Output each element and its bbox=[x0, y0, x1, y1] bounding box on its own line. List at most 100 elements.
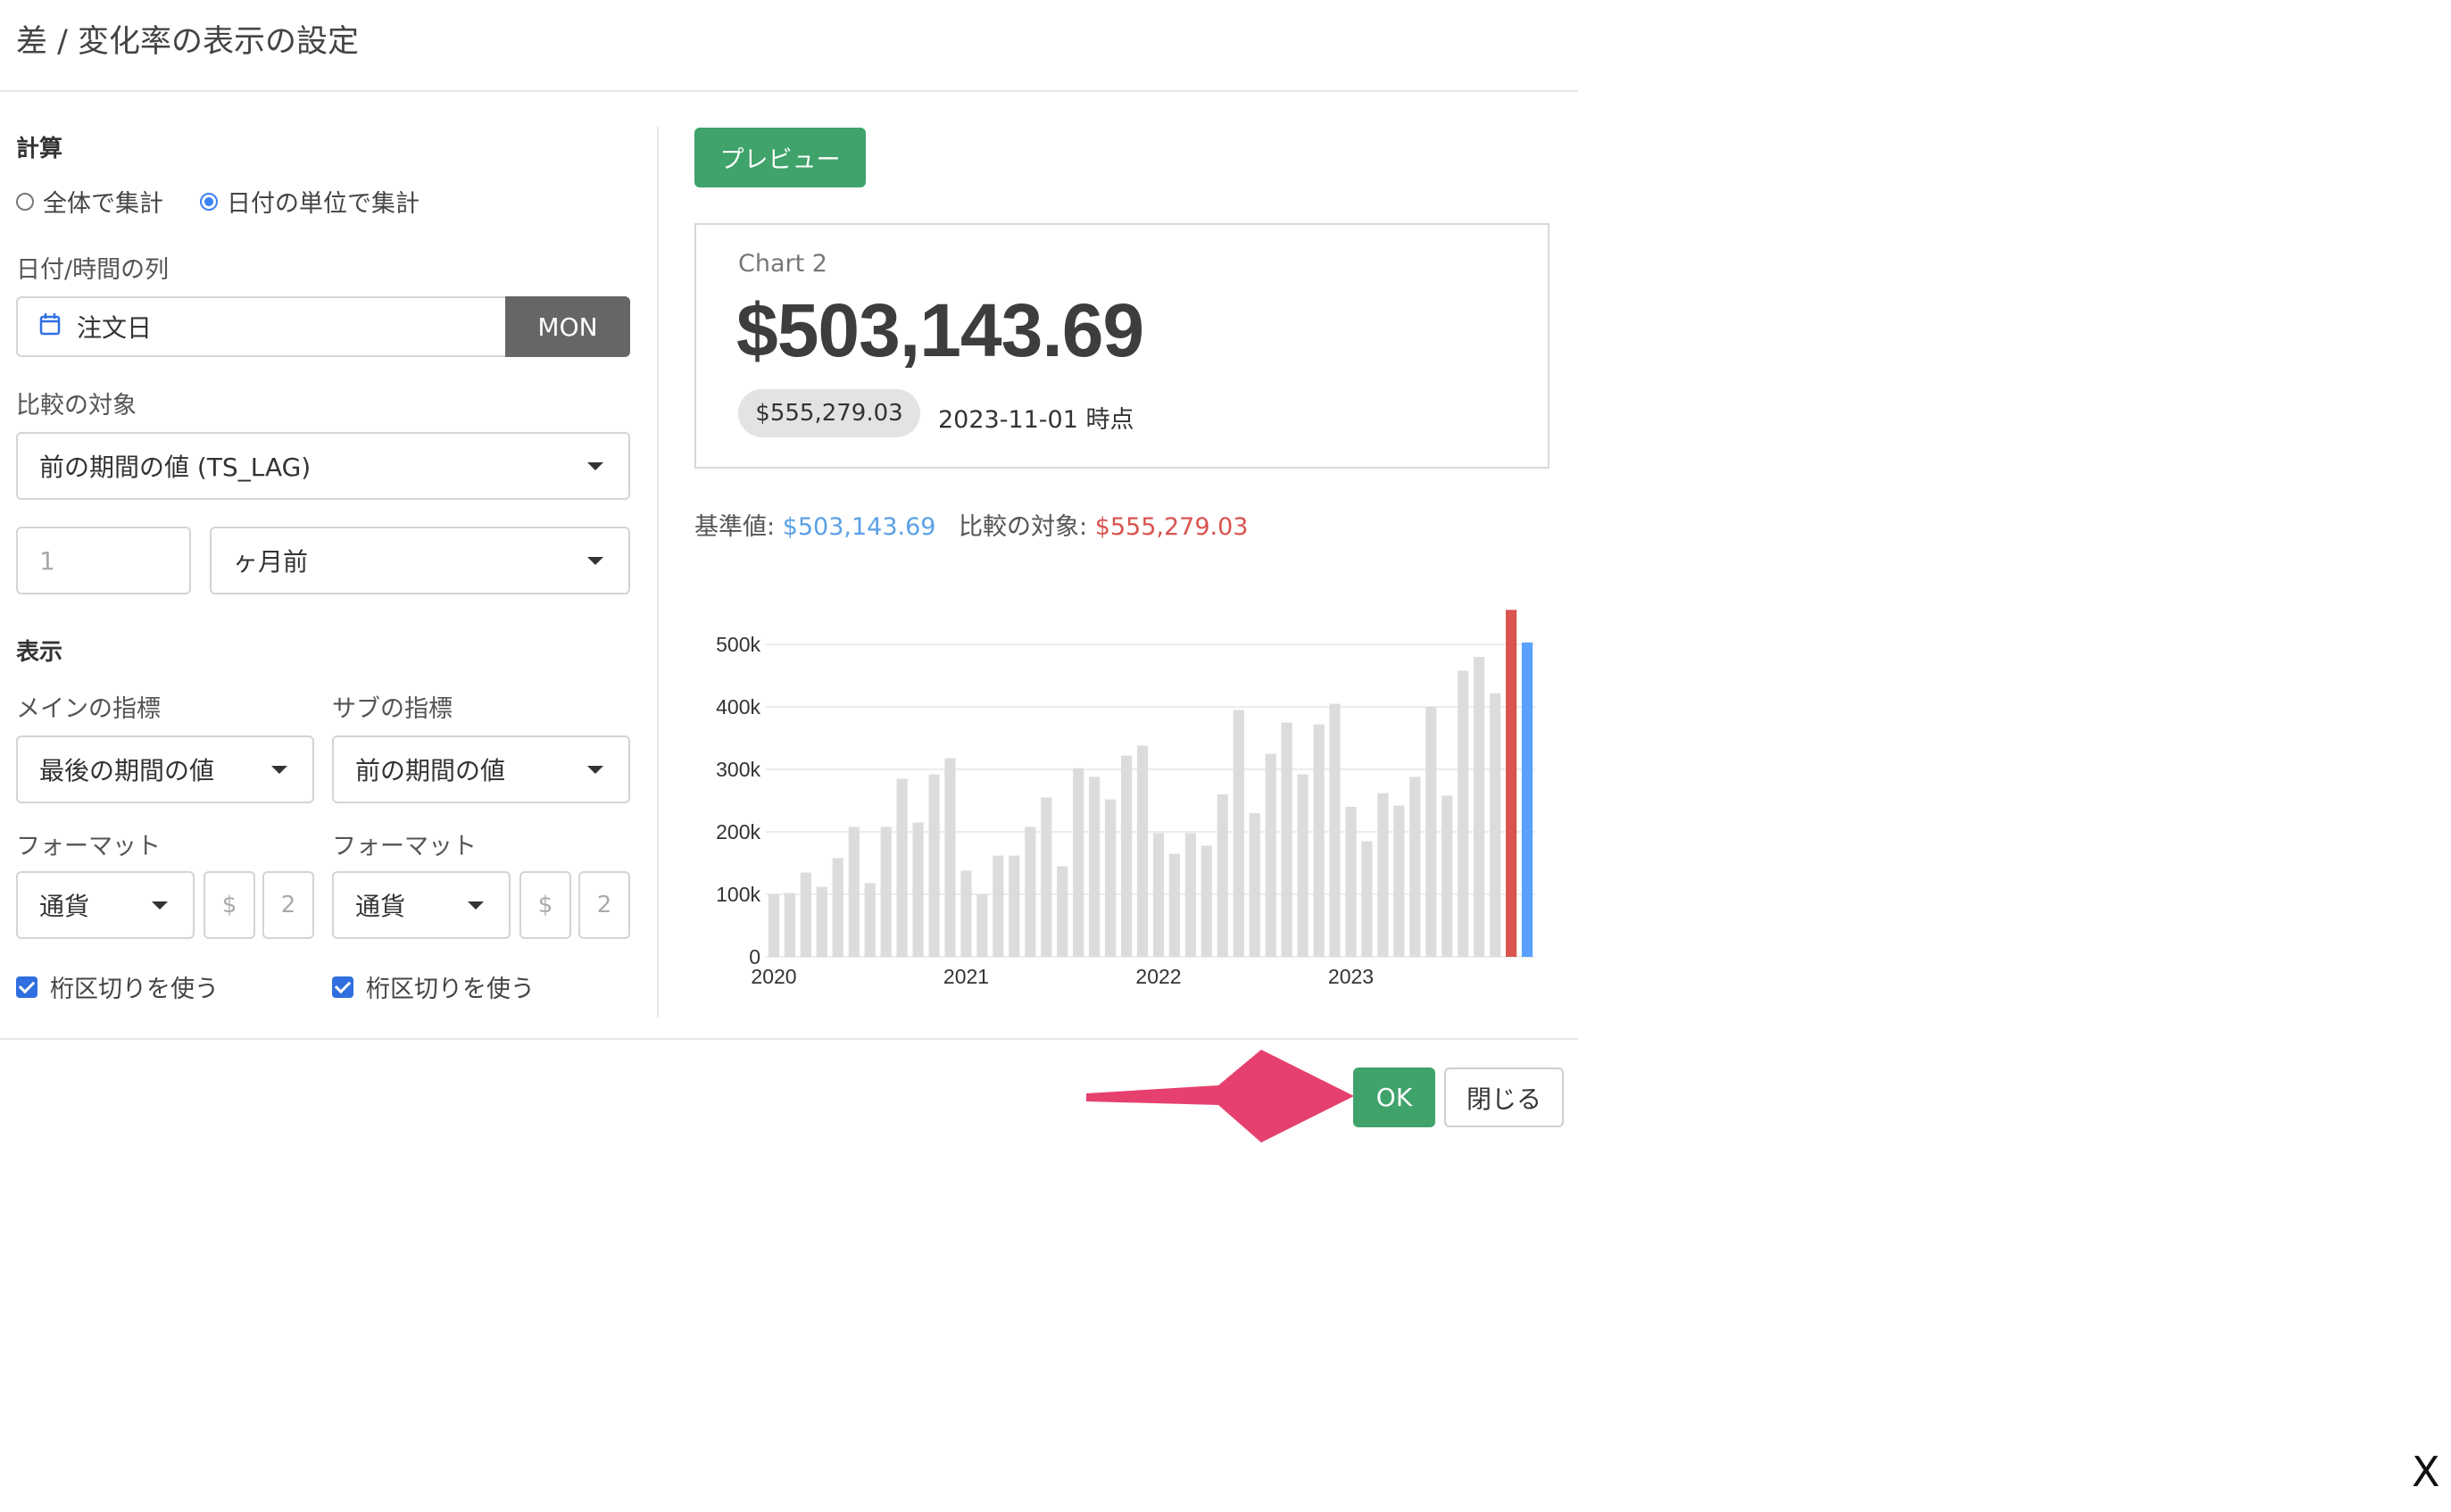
footer-divider bbox=[0, 1038, 1578, 1040]
sub-format-label: フォーマット bbox=[332, 833, 477, 860]
main-decimal-digits-input[interactable]: 2 bbox=[262, 871, 314, 939]
sub-value-badge: $555,279.03 bbox=[738, 389, 920, 437]
main-metric-label: メインの指標 bbox=[16, 695, 161, 723]
legend-base-value: $503,143.69 bbox=[782, 513, 936, 541]
bar bbox=[1105, 799, 1117, 957]
x-tick-label: 2021 bbox=[943, 965, 989, 988]
y-tick-label: 200k bbox=[716, 820, 760, 843]
bar bbox=[1345, 807, 1357, 957]
bar bbox=[993, 855, 1004, 957]
bar bbox=[848, 827, 860, 957]
x-tick-label: 2022 bbox=[1135, 965, 1181, 988]
calendar-icon bbox=[39, 312, 61, 342]
header-divider bbox=[0, 90, 1578, 92]
legend-base: 基準値: $503,143.69 bbox=[694, 507, 935, 542]
date-column-select[interactable]: 注文日 bbox=[16, 296, 507, 357]
card-title: Chart 2 bbox=[738, 250, 827, 278]
bar bbox=[1313, 724, 1325, 957]
chevron-down-icon bbox=[587, 766, 603, 774]
bar bbox=[800, 872, 811, 957]
date-column-value: 注文日 bbox=[77, 313, 153, 343]
radio-date[interactable]: 日付の単位で集計 bbox=[200, 184, 420, 219]
bar bbox=[976, 894, 988, 957]
main-separator-checkbox[interactable]: 桁区切りを使う bbox=[16, 969, 219, 1004]
sub-decimal-digits-input[interactable]: 2 bbox=[578, 871, 630, 939]
lag-unit-select[interactable]: ヶ月前 bbox=[210, 527, 630, 594]
radio-date-label: 日付の単位で集計 bbox=[227, 190, 420, 218]
legend-compare-value: $555,279.03 bbox=[1094, 513, 1249, 541]
bar bbox=[1249, 813, 1260, 957]
bar bbox=[832, 858, 843, 957]
lag-count-input[interactable]: 1 bbox=[16, 527, 191, 594]
sub-separator-checkbox[interactable]: 桁区切りを使う bbox=[332, 969, 535, 1004]
date-unit-button[interactable]: MON bbox=[505, 296, 630, 357]
lag-count-placeholder: 1 bbox=[39, 545, 55, 576]
main-format-label: フォーマット bbox=[16, 833, 161, 860]
bar bbox=[1442, 795, 1453, 957]
radio-date-indicator[interactable] bbox=[200, 192, 218, 211]
main-format-select[interactable]: 通貨 bbox=[16, 871, 195, 939]
bar bbox=[1297, 774, 1309, 957]
radio-all-label: 全体で集計 bbox=[43, 190, 163, 218]
sub-metric-select[interactable]: 前の期間の値 bbox=[332, 735, 630, 803]
main-currency-symbol-input[interactable]: $ bbox=[204, 871, 255, 939]
chevron-down-icon bbox=[271, 766, 287, 774]
chevron-down-icon bbox=[468, 901, 484, 910]
legend-compare-label: 比較の対象: bbox=[959, 513, 1095, 541]
bar bbox=[1377, 793, 1389, 957]
bar bbox=[944, 758, 956, 957]
compare-target-value: 前の期間の値 (TS_LAG) bbox=[39, 453, 312, 482]
bar bbox=[1121, 755, 1133, 957]
bar-compare bbox=[1506, 610, 1517, 957]
bar bbox=[928, 774, 940, 957]
bar bbox=[1201, 845, 1212, 957]
compare-target-label: 比較の対象 bbox=[16, 392, 137, 420]
y-tick-label: 400k bbox=[716, 695, 760, 719]
close-icon[interactable]: X bbox=[2412, 1448, 2440, 1496]
bar-chart: 0100k200k300k400k500k2020 2021 2022 2023 bbox=[716, 610, 1535, 988]
bar bbox=[1089, 777, 1101, 957]
bar bbox=[768, 894, 780, 957]
chevron-down-icon bbox=[152, 901, 168, 910]
bar bbox=[1041, 797, 1052, 957]
bar bbox=[896, 778, 908, 957]
checkbox-checked-icon[interactable] bbox=[332, 976, 353, 998]
bar bbox=[1265, 753, 1276, 957]
radio-all[interactable]: 全体で集計 bbox=[16, 184, 163, 219]
bar bbox=[1057, 866, 1068, 957]
bar bbox=[1361, 841, 1373, 957]
bar bbox=[1184, 833, 1196, 957]
bar bbox=[1168, 853, 1180, 957]
sub-currency-symbol-input[interactable]: $ bbox=[519, 871, 571, 939]
legend-base-label: 基準値: bbox=[694, 513, 783, 541]
bar bbox=[784, 893, 795, 957]
sub-separator-label: 桁区切りを使う bbox=[366, 976, 535, 1003]
x-tick-label: 2023 bbox=[1328, 965, 1374, 988]
bar bbox=[1393, 805, 1405, 957]
bar bbox=[1425, 707, 1437, 957]
ok-button[interactable]: OK bbox=[1353, 1068, 1435, 1127]
bar bbox=[960, 870, 972, 957]
bar bbox=[864, 883, 876, 957]
preview-button[interactable]: プレビュー bbox=[694, 128, 866, 187]
bar bbox=[1025, 827, 1036, 957]
main-metric-value: 最後の期間の値 bbox=[39, 756, 215, 785]
sub-format-select[interactable]: 通貨 bbox=[332, 871, 511, 939]
main-metric-select[interactable]: 最後の期間の値 bbox=[16, 735, 314, 803]
bar bbox=[1152, 833, 1165, 957]
y-tick-label: 300k bbox=[716, 758, 760, 781]
radio-all-indicator[interactable] bbox=[16, 192, 34, 211]
compare-target-select[interactable]: 前の期間の値 (TS_LAG) bbox=[16, 432, 630, 500]
x-tick-label: 2020 bbox=[751, 965, 796, 988]
date-column-label: 日付/時間の列 bbox=[16, 256, 170, 284]
chevron-down-icon bbox=[587, 462, 603, 470]
close-button[interactable]: 閉じる bbox=[1444, 1068, 1564, 1127]
pointer-arrow-icon bbox=[1086, 1050, 1354, 1142]
dialog-title: 差 / 変化率の表示の設定 bbox=[16, 24, 360, 60]
sub-format-value: 通貨 bbox=[355, 892, 406, 921]
bar bbox=[1217, 794, 1228, 957]
lag-unit-value: ヶ月前 bbox=[233, 547, 309, 577]
main-value: $503,143.69 bbox=[736, 288, 1144, 372]
bar bbox=[1409, 777, 1421, 957]
checkbox-checked-icon[interactable] bbox=[16, 976, 37, 998]
